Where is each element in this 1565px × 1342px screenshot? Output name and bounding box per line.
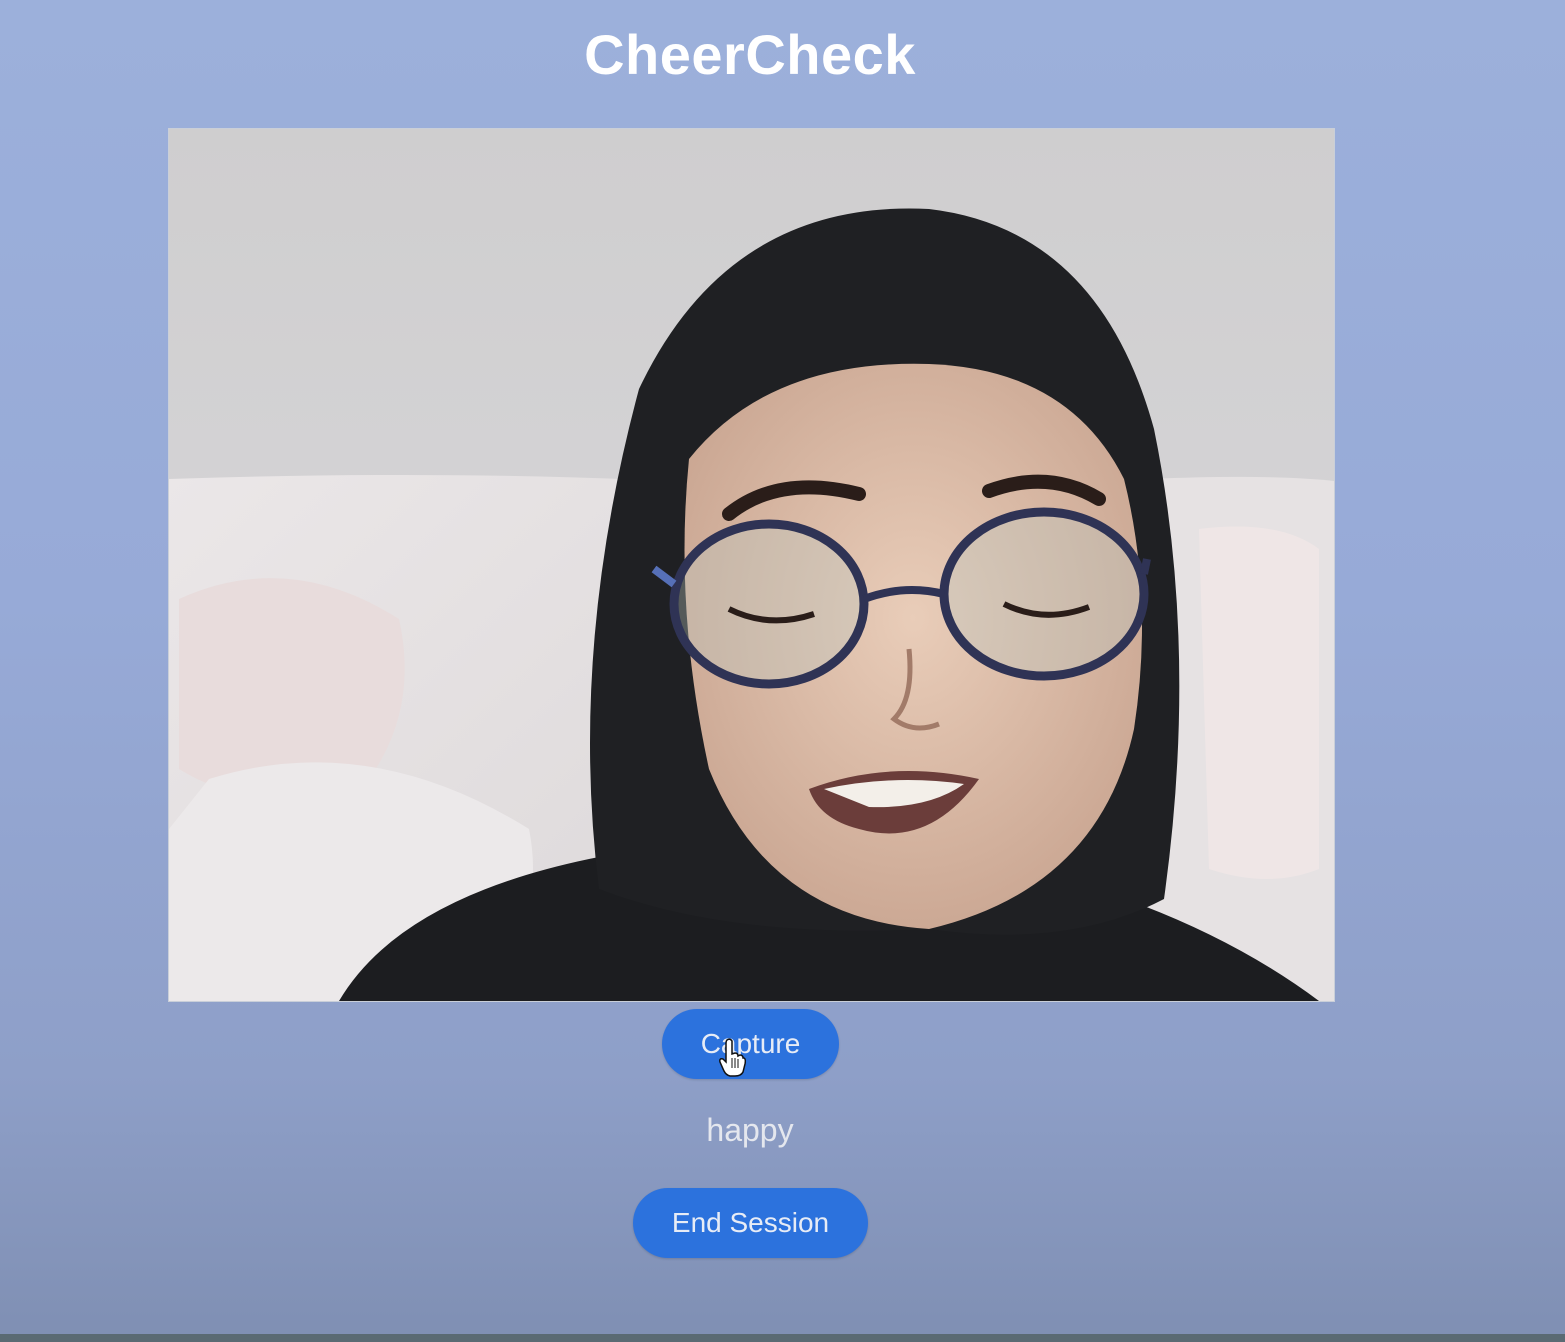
emotion-result: happy xyxy=(706,1112,794,1148)
capture-button[interactable]: Capture xyxy=(662,1009,839,1079)
bottom-edge-bar xyxy=(0,1334,1565,1342)
webcam-frame-illustration xyxy=(169,129,1334,1001)
app-title: CheerCheck xyxy=(584,23,916,86)
end-session-button[interactable]: End Session xyxy=(633,1188,868,1258)
webcam-video-feed xyxy=(168,128,1335,1002)
